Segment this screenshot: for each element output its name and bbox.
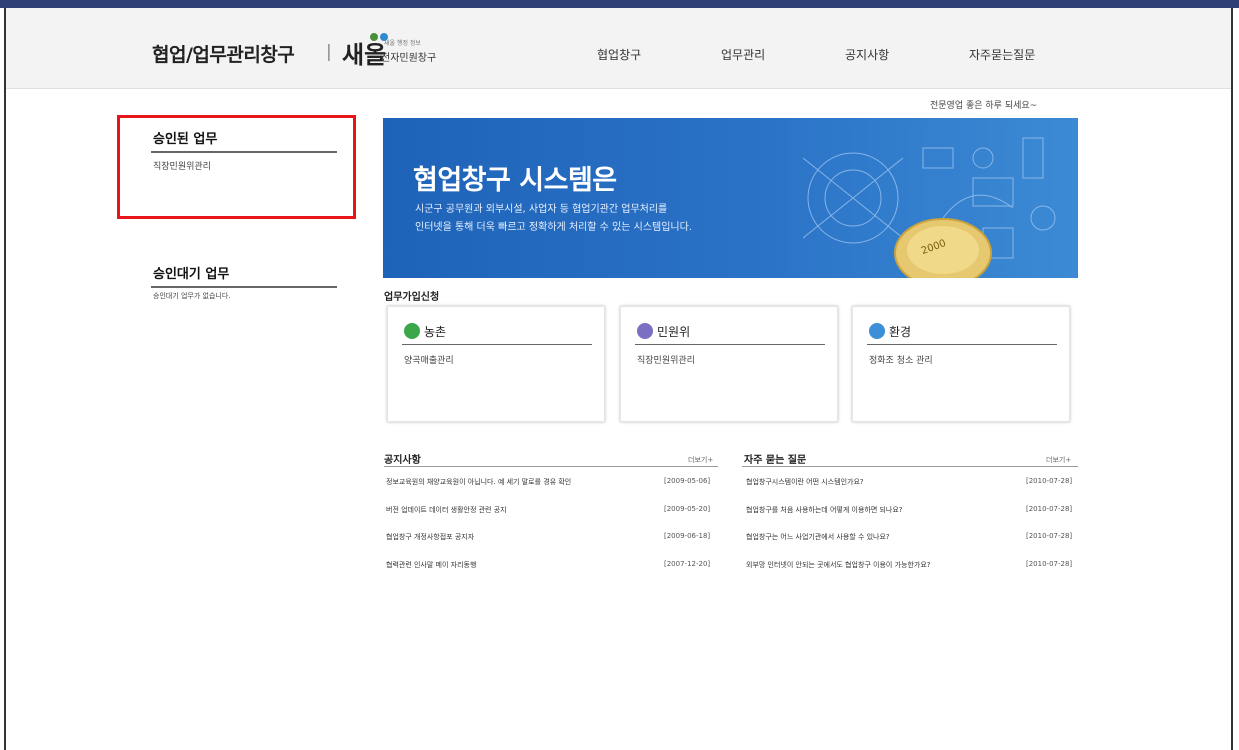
brand-subtitle: 전자민원창구 <box>381 53 437 64</box>
faq-row[interactable]: 협업창구는 어느 사업기관에서 사용할 수 있나요? <box>746 532 890 542</box>
join-card-env[interactable]: 환경 정화조 청소 관리 <box>852 306 1070 422</box>
notices-more[interactable]: 더보기+ <box>688 455 713 465</box>
nav-faq[interactable]: 자주묻는질문 <box>969 46 1035 63</box>
join-section-label: 업무가입신청 <box>384 292 440 303</box>
faq-date: [2010-07-28] <box>1026 560 1073 568</box>
card-item[interactable]: 정화조 청소 관리 <box>869 353 933 366</box>
join-card-farm[interactable]: 농촌 양곡매출관리 <box>387 306 605 422</box>
faq-divider <box>742 466 1078 467</box>
notices-title: 공지사항 <box>384 455 421 466</box>
faq-row[interactable]: 협업창구를 처음 사용하는데 어떻게 이용하면 되나요? <box>746 505 903 515</box>
card-divider <box>867 344 1057 345</box>
faq-row[interactable]: 협업창구시스템이란 어떤 시스템인가요? <box>746 477 864 487</box>
faq-title: 자주 묻는 질문 <box>744 455 807 466</box>
card-title: 환경 <box>889 325 912 339</box>
faq-date: [2010-07-28] <box>1026 505 1073 513</box>
banner-desc-line1: 시군구 공무원과 외부시설, 사업자 등 협업기관간 업무처리를 <box>415 204 668 215</box>
card-title: 농촌 <box>424 325 447 339</box>
pending-empty: 승인대기 업무가 없습니다. <box>153 292 231 300</box>
card-divider <box>402 344 592 345</box>
nav-notice[interactable]: 공지사항 <box>845 46 889 63</box>
approved-title: 승인된 업무 <box>153 132 218 147</box>
faq-row[interactable]: 외부망 인터넷이 안되는 곳에서도 협업창구 이용이 가능한가요? <box>746 560 931 570</box>
notice-date: [2007-12-20] <box>664 560 711 568</box>
faq-more[interactable]: 더보기+ <box>1046 455 1071 465</box>
notice-date: [2009-06-18] <box>664 532 711 540</box>
civil-icon <box>637 323 653 339</box>
brand-name[interactable]: 새올 <box>342 35 386 70</box>
faq-date: [2010-07-28] <box>1026 532 1073 540</box>
pending-divider <box>151 286 337 288</box>
top-bar <box>0 0 1239 8</box>
join-card-civil[interactable]: 민원위 직장민원위관리 <box>620 306 838 422</box>
faq-date: [2010-07-28] <box>1026 477 1073 485</box>
environment-icon <box>869 323 885 339</box>
approved-divider <box>151 151 337 153</box>
notice-row[interactable]: 협력관련 인사말 메이 자리동행 <box>386 560 476 570</box>
banner-illustration <box>802 137 1056 278</box>
greeting-note: 전문영업 좋은 하루 되세요~ <box>930 101 1038 111</box>
card-divider <box>635 344 825 345</box>
notices-divider <box>384 466 718 467</box>
card-item[interactable]: 직장민원위관리 <box>637 353 695 366</box>
title-separator: | <box>326 42 332 62</box>
banner-desc-line2: 인터넷을 통해 더욱 빠르고 정확하게 처리할 수 있는 시스템입니다. <box>415 222 693 233</box>
nav-collab[interactable]: 협업창구 <box>597 46 641 63</box>
card-item[interactable]: 양곡매출관리 <box>404 353 454 366</box>
app-title[interactable]: 협업/업무관리창구 <box>152 40 295 67</box>
farm-icon <box>404 323 420 339</box>
hero-banner: 2000 협업창구 시스템은 시군구 공무원과 외부시설, 사업자 등 협업기관… <box>383 118 1078 278</box>
card-title: 민원위 <box>657 325 691 339</box>
notice-row[interactable]: 정보교육원의 채양교육원이 아닙니다. 예 세기 말로를 경유 확인 <box>386 477 571 487</box>
notice-date: [2009-05-20] <box>664 505 711 513</box>
banner-title: 협업창구 시스템은 <box>413 165 617 196</box>
nav-work[interactable]: 업무관리 <box>721 46 765 63</box>
notice-date: [2009-05-06] <box>664 477 711 485</box>
pending-title: 승인대기 업무 <box>153 267 230 282</box>
notice-row[interactable]: 버전 업데이트 데이터 생활안정 관련 공지 <box>386 505 507 515</box>
approved-item[interactable]: 직장민원위관리 <box>153 159 211 172</box>
notice-row[interactable]: 협업창구 개정사항접포 공지자 <box>386 532 474 542</box>
brand-tagline: 새올 행정 정보 <box>384 40 421 47</box>
